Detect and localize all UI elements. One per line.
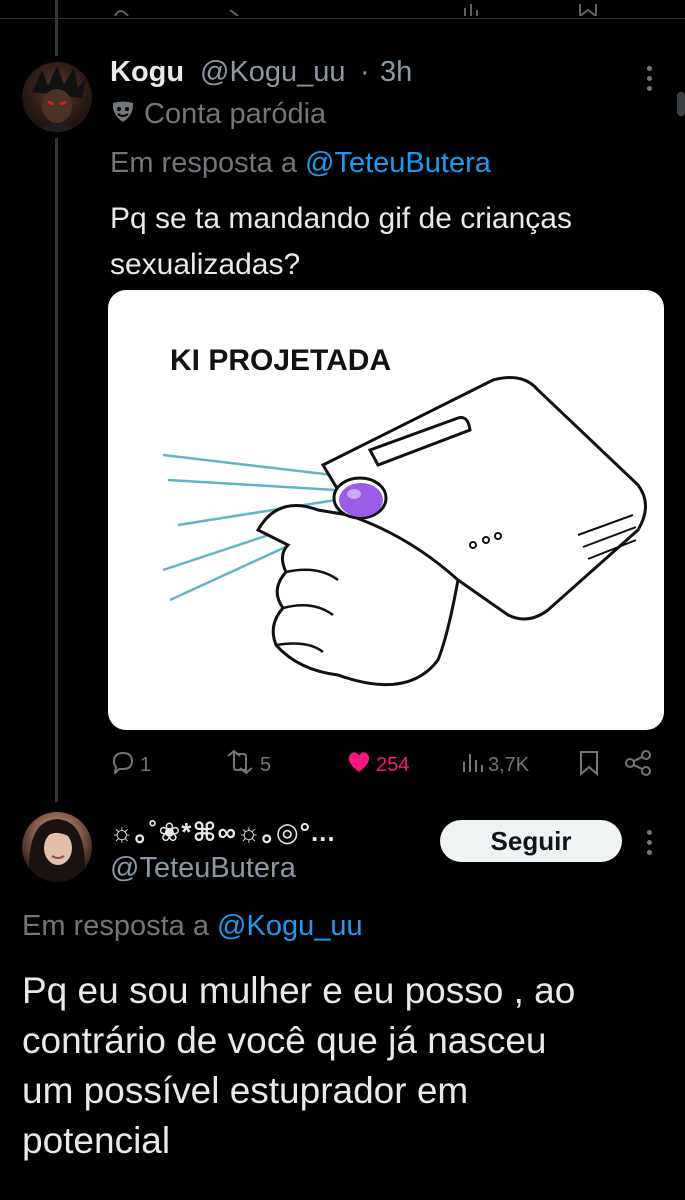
retweet-button[interactable]: 5 [224, 749, 272, 780]
theater-masks-icon [110, 99, 136, 130]
views-count: 3,7K [488, 753, 530, 776]
media-image[interactable]: KI PROJETADA [108, 290, 664, 730]
more-icon[interactable] [646, 66, 652, 91]
author-name[interactable]: Kogu [110, 56, 184, 89]
share-icon [624, 750, 652, 782]
reply-context: Em resposta a @Kogu_uu [22, 910, 363, 943]
tweet-text-line: Pq se ta mandando gif de crianças [110, 202, 572, 235]
reply-mention[interactable]: @Kogu_uu [217, 910, 363, 942]
follow-button[interactable]: Seguir [440, 820, 622, 862]
retweet-icon [224, 749, 256, 780]
heart-icon [346, 750, 372, 780]
timestamp[interactable]: 3h [380, 56, 412, 89]
bookmark-icon [578, 750, 600, 782]
share-button[interactable] [624, 750, 652, 782]
parody-badge: Conta paródia [110, 98, 326, 131]
retweet-count: 5 [260, 753, 272, 776]
author-handle[interactable]: @Kogu_uu [200, 56, 346, 89]
author-name[interactable]: ☼｡˚❀*⌘∞☼｡◎°... [110, 812, 336, 849]
reply-count: 1 [140, 753, 152, 776]
tweet-text-line: potencial [22, 1120, 171, 1161]
thread-line [55, 138, 58, 802]
bookmark-button[interactable] [578, 750, 600, 782]
reply-icon [110, 750, 136, 780]
divider [0, 18, 685, 19]
tweet-text-line: Pq eu sou mulher e eu posso , ao [22, 970, 576, 1011]
scrollbar[interactable] [677, 92, 685, 116]
tweet-text: Pq eu sou mulher e eu posso , ao contrár… [22, 966, 575, 1166]
reply-prefix: Em resposta a [22, 910, 209, 942]
media-caption: KI PROJETADA [170, 344, 391, 377]
views-icon [460, 750, 484, 780]
thread-line [55, 0, 58, 56]
like-button[interactable]: 254 [346, 750, 409, 780]
avatar[interactable] [22, 812, 92, 882]
author-handle[interactable]: @TeteuButera [110, 852, 296, 885]
previous-tweet-actions-partial [110, 0, 645, 16]
parody-label: Conta paródia [144, 98, 327, 130]
reply-context: Em resposta a @TeteuButera [110, 147, 491, 180]
separator-dot: · [360, 56, 370, 88]
avatar[interactable] [22, 62, 92, 132]
tweet-text-line: contrário de você que já nasceu [22, 1020, 547, 1061]
more-icon[interactable] [646, 830, 652, 855]
reply-button[interactable]: 1 [110, 750, 151, 780]
reply-prefix: Em resposta a [110, 147, 297, 179]
reply-mention[interactable]: @TeteuButera [305, 147, 491, 179]
like-count: 254 [376, 753, 410, 776]
views-button[interactable]: 3,7K [460, 750, 529, 780]
tweet-text-line: um possível estuprador em [22, 1070, 469, 1111]
tweet-text: Pq se ta mandando gif de crianças sexual… [110, 196, 572, 288]
tweet-text-line: sexualizadas? [110, 248, 301, 281]
